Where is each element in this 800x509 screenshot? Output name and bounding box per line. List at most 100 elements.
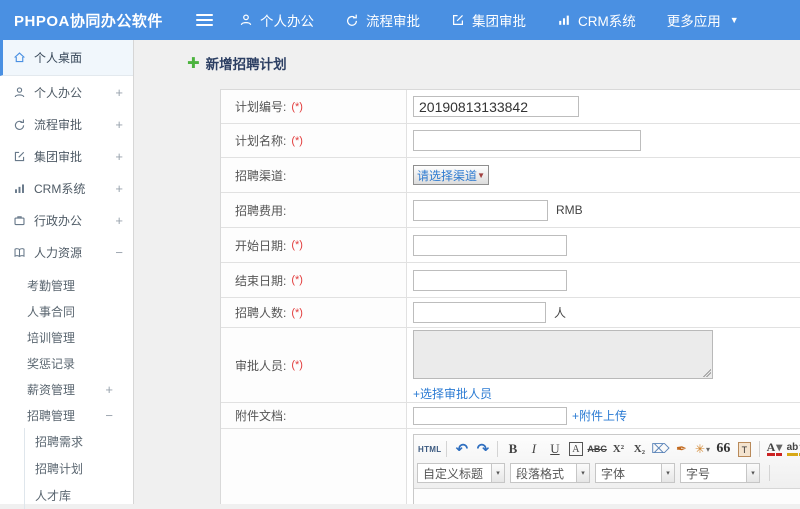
highlight-color-button[interactable]: ab▾ — [786, 440, 800, 459]
chevron-down-icon: ▾ — [746, 464, 759, 482]
field-label: 计划名称: — [235, 134, 287, 148]
sidebar-item-desktop[interactable]: 个人桌面 — [0, 40, 133, 76]
edit-icon — [14, 151, 25, 161]
plan-no-input[interactable] — [413, 96, 579, 117]
attachment-upload-link[interactable]: +附件上传 — [572, 407, 627, 424]
fee-unit: RMB — [556, 203, 583, 217]
sidebar-item-personal-office[interactable]: 个人办公 + — [0, 76, 133, 108]
font-size-dropdown[interactable]: 字号 ▾ — [680, 463, 760, 483]
chevron-down-icon: ▾ — [576, 464, 589, 482]
home-icon — [14, 52, 25, 63]
sidebar-item-crm[interactable]: CRM系统 + — [0, 172, 133, 204]
resize-grip-icon[interactable] — [702, 368, 711, 377]
headcount-input[interactable] — [413, 302, 546, 323]
sidebar-item-hr[interactable]: 人力资源 − — [0, 236, 133, 268]
nav-more-apps[interactable]: 更多应用 ▼ — [667, 10, 739, 30]
top-bar: PHPOA协同办公软件 个人办公 流程审批 集团审批 CRM系统 更多应用 ▼ — [0, 0, 800, 40]
field-label: 附件文档: — [235, 409, 287, 423]
expand-toggle[interactable]: + — [115, 149, 123, 164]
chevron-down-icon: ▾ — [661, 464, 674, 482]
plan-name-input[interactable] — [413, 130, 641, 151]
start-date-input[interactable] — [413, 234, 567, 256]
superscript-button[interactable]: X² — [609, 440, 628, 459]
expand-toggle[interactable]: + — [115, 85, 123, 100]
font-family-dropdown[interactable]: 字体 ▾ — [595, 463, 675, 483]
auto-typeset-button[interactable]: ✳ ▾ — [693, 440, 712, 459]
format-brush-button[interactable]: ✒ — [672, 440, 691, 459]
expand-toggle[interactable]: + — [115, 213, 123, 228]
editor-toolbar: HTML ↶ ↷ B I U A ABC X² X₂ ⌦ ✒ ✳ ▾ 66 T … — [414, 435, 800, 489]
attachment-input[interactable] — [413, 406, 567, 425]
sidebar-item-recruitment[interactable]: 招聘管理 − — [0, 402, 133, 428]
custom-title-dropdown[interactable]: 自定义标题 ▾ — [417, 463, 505, 483]
sidebar-item-workflow-approval[interactable]: 流程审批 + — [0, 108, 133, 140]
menu-toggle-icon[interactable] — [196, 14, 213, 27]
sidebar-item-salary[interactable]: 薪资管理 + — [0, 376, 133, 402]
recruitment-submenu: 招聘需求 招聘计划 人才库 — [24, 428, 133, 509]
sidebar-item-talent-pool[interactable]: 人才库 — [25, 482, 133, 509]
sidebar-item-recruit-plan[interactable]: 招聘计划 — [25, 455, 133, 482]
field-label: 招聘人数: — [235, 306, 287, 320]
fee-input[interactable] — [413, 199, 548, 221]
paragraph-format-dropdown[interactable]: 段落格式 ▾ — [510, 463, 590, 483]
blockquote-button[interactable]: 66 — [714, 440, 733, 459]
sidebar-item-admin-office[interactable]: 行政办公 + — [0, 204, 133, 236]
recruit-plan-form: 计划编号: (*) 计划名称: (*) 招聘渠道: 请选择渠道 — [220, 89, 800, 504]
sidebar-item-recruit-demand[interactable]: 招聘需求 — [25, 428, 133, 455]
nav-group-approval[interactable]: 集团审批 — [451, 10, 526, 30]
required-mark: (*) — [291, 239, 303, 251]
bold-button[interactable]: B — [503, 440, 522, 459]
eraser-button[interactable]: ⌦ — [651, 440, 670, 459]
required-mark: (*) — [291, 134, 303, 147]
strikethrough-button[interactable]: ABC — [587, 440, 607, 459]
sidebar-item-group-approval[interactable]: 集团审批 + — [0, 140, 133, 172]
sidebar-item-training[interactable]: 培训管理 — [0, 324, 133, 350]
chevron-down-icon: ▼ — [729, 15, 739, 25]
source-code-button[interactable]: HTML — [418, 440, 441, 459]
approvers-textarea[interactable] — [413, 330, 713, 379]
collapse-toggle[interactable]: − — [105, 408, 113, 423]
paste-text-button[interactable]: T — [735, 440, 754, 459]
bar-chart-icon — [557, 13, 571, 27]
sidebar-item-hr-contract[interactable]: 人事合同 — [0, 298, 133, 324]
required-mark: (*) — [291, 306, 303, 319]
top-nav: 个人办公 流程审批 集团审批 CRM系统 更多应用 ▼ — [239, 10, 770, 30]
undo-button[interactable]: ↶ — [452, 440, 471, 459]
book-icon — [14, 247, 25, 257]
underline-button[interactable]: U — [545, 440, 564, 459]
collapse-toggle[interactable]: − — [115, 245, 123, 260]
choose-approvers-link[interactable]: +选择审批人员 — [413, 385, 492, 402]
nav-crm-system[interactable]: CRM系统 — [557, 10, 636, 30]
field-label: 招聘渠道: — [235, 168, 287, 183]
subscript-button[interactable]: X₂ — [630, 440, 649, 459]
chevron-down-icon: ▾ — [776, 440, 783, 456]
char-border-button[interactable]: A — [566, 440, 585, 459]
required-mark: (*) — [291, 359, 303, 371]
chevron-down-icon: ▾ — [705, 444, 710, 454]
redo-button[interactable]: ↷ — [473, 440, 492, 459]
nav-personal-office[interactable]: 个人办公 — [239, 10, 314, 30]
briefcase-icon — [14, 215, 25, 225]
edit-icon — [451, 13, 465, 27]
person-icon — [239, 13, 253, 27]
expand-toggle[interactable]: + — [115, 117, 123, 132]
font-color-button[interactable]: A ▾ — [765, 440, 784, 459]
form-row-approvers: 审批人员: (*) +选择审批人员 — [221, 328, 800, 403]
editor-content-area[interactable] — [414, 489, 800, 504]
italic-button[interactable]: I — [524, 440, 543, 459]
sidebar-item-rewards[interactable]: 奖惩记录 — [0, 350, 133, 376]
sidebar-item-attendance[interactable]: 考勤管理 — [0, 272, 133, 298]
channel-select[interactable]: 请选择渠道 ▼ — [413, 165, 489, 185]
headcount-unit: 人 — [554, 306, 567, 320]
field-label: 招聘费用: — [235, 203, 287, 218]
nav-workflow-approval[interactable]: 流程审批 — [345, 10, 420, 30]
expand-toggle[interactable]: + — [115, 181, 123, 196]
form-row-editor: HTML ↶ ↷ B I U A ABC X² X₂ ⌦ ✒ ✳ ▾ 66 T … — [221, 429, 800, 504]
required-mark: (*) — [291, 274, 303, 286]
form-row-end-date: 结束日期: (*) — [221, 263, 800, 298]
select-caret-icon: ▼ — [477, 170, 485, 180]
expand-toggle[interactable]: + — [105, 382, 113, 397]
end-date-input[interactable] — [413, 269, 567, 291]
form-row-attachment: 附件文档: +附件上传 — [221, 403, 800, 429]
form-row-channel: 招聘渠道: 请选择渠道 ▼ — [221, 158, 800, 193]
